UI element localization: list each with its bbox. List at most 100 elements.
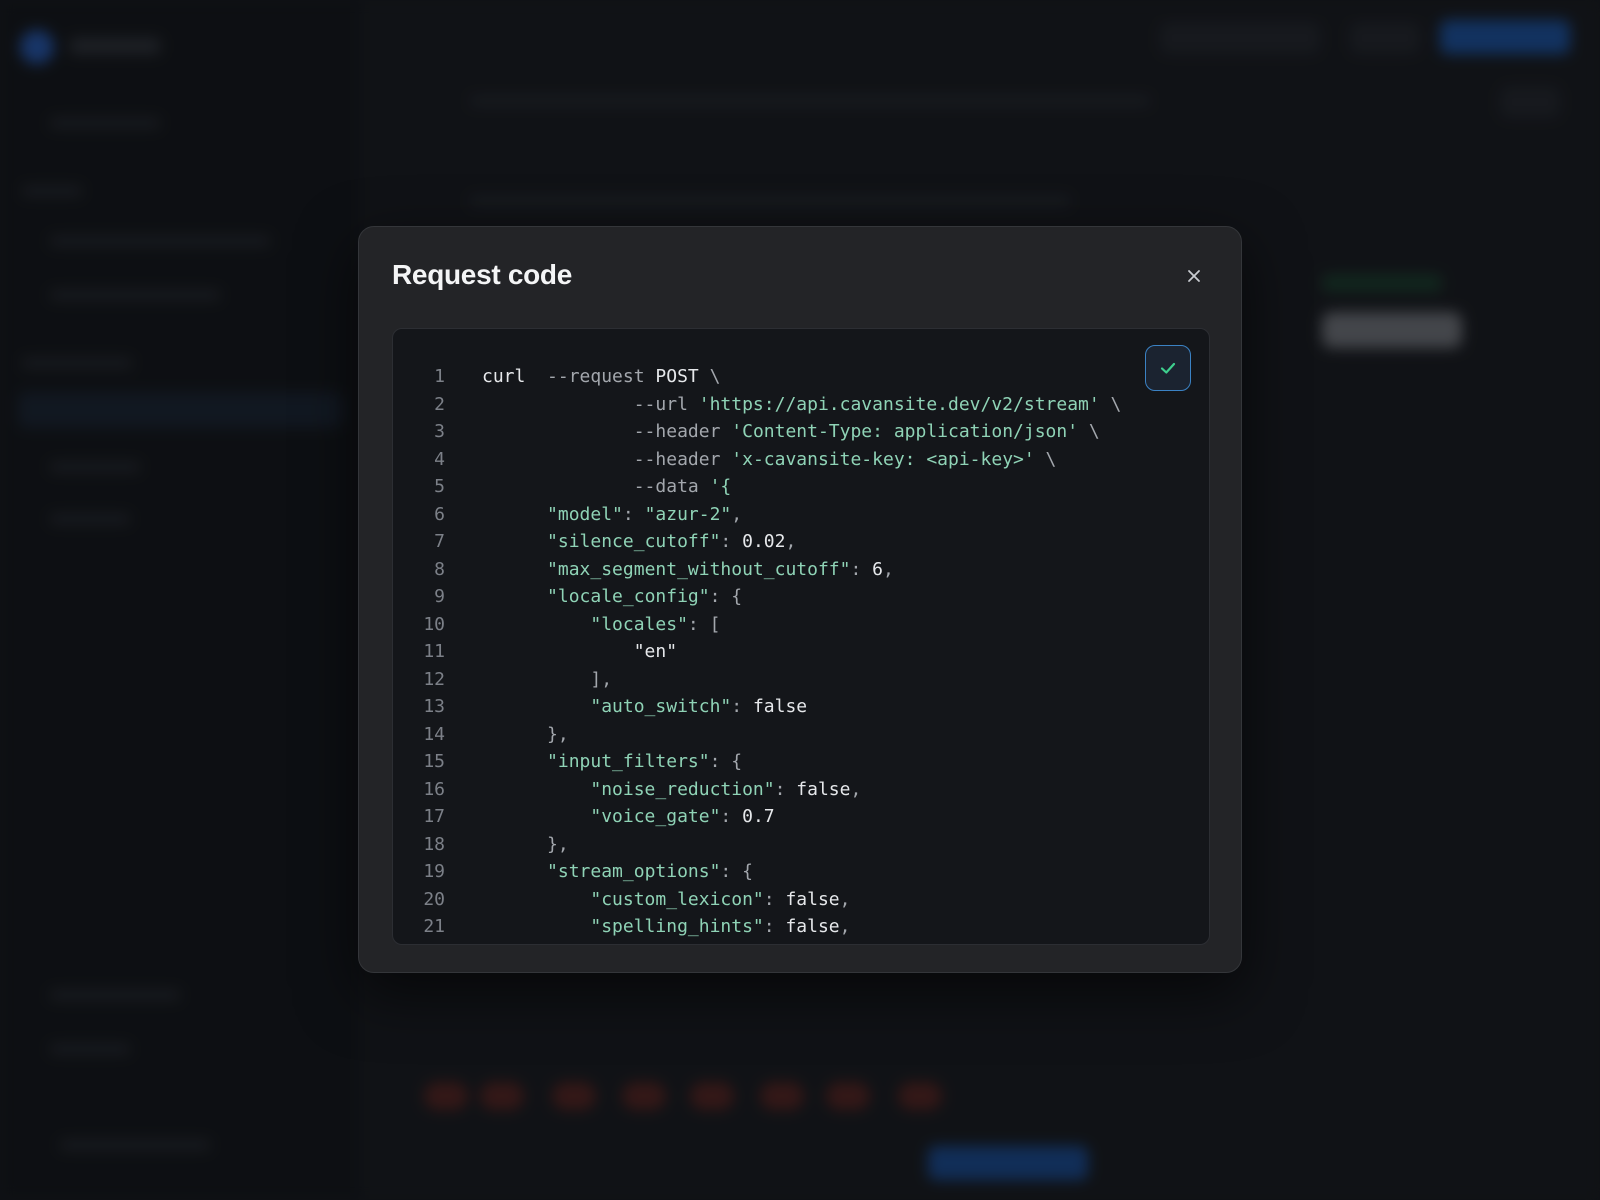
code-token: "azur-2" xyxy=(644,503,732,525)
code-token: curl xyxy=(482,366,548,387)
code-token: : { xyxy=(720,861,753,882)
line-number: 5 xyxy=(434,476,445,497)
close-button[interactable] xyxy=(1179,261,1209,291)
code-token: : xyxy=(763,888,786,910)
code-line: 11 "en" xyxy=(393,638,1209,666)
code-token: , xyxy=(850,778,862,800)
code-token: , xyxy=(839,916,851,937)
code-token: \ xyxy=(698,366,721,387)
code-line: 16 "noise_reduction": false, xyxy=(393,776,1209,804)
line-content: --url 'https://api.cavansite.dev/v2/stre… xyxy=(482,391,1122,419)
line-number: 19 xyxy=(423,861,445,882)
code-token: : xyxy=(731,696,753,717)
code-token: false xyxy=(796,778,851,800)
code-token: : xyxy=(622,503,645,525)
code-token: --header xyxy=(633,448,732,470)
code-token: "en" xyxy=(633,641,678,662)
code-line: 13 "auto_switch": false xyxy=(393,693,1209,721)
code-token: "input_filters" xyxy=(547,751,710,772)
code-line: 4 --header 'x-cavansite-key: <api-key>' … xyxy=(393,446,1209,474)
line-content: "voice_gate": 0.7 xyxy=(482,803,775,831)
code-block: 1 curl --request POST \ 2 --url 'https://a… xyxy=(392,328,1210,945)
code-token: '{ xyxy=(709,476,732,497)
line-number: 8 xyxy=(434,558,445,580)
line-number: 7 xyxy=(434,531,445,552)
code-line: 12 ], xyxy=(393,666,1209,694)
code-token: "noise_reduction" xyxy=(590,778,775,800)
code-token: }, xyxy=(482,833,569,855)
code-token: 0.02 xyxy=(742,531,786,552)
code-line: 2 --url 'https://api.cavansite.dev/v2/st… xyxy=(393,391,1209,419)
code-token: ], xyxy=(482,668,613,690)
code-token: "voice_gate" xyxy=(590,806,721,827)
line-content: --data '{ xyxy=(482,473,732,501)
line-content: --header 'Content-Type: application/json… xyxy=(482,418,1100,446)
line-number: 18 xyxy=(423,833,445,855)
line-content: "stream_options": { xyxy=(482,858,753,886)
code-token: 0.7 xyxy=(742,806,775,827)
code-lines: 1 curl --request POST \ 2 --url 'https://a… xyxy=(393,363,1209,941)
code-token: "custom_lexicon" xyxy=(590,888,764,910)
code-token: , xyxy=(839,888,851,910)
line-content: "max_segment_without_cutoff": 6, xyxy=(482,556,894,584)
code-line: 3 --header 'Content-Type: application/js… xyxy=(393,418,1209,446)
copy-button[interactable] xyxy=(1145,345,1191,391)
code-token: : xyxy=(720,806,743,827)
line-number: 20 xyxy=(423,888,445,910)
code-token: "stream_options" xyxy=(547,861,721,882)
code-line: 20 "custom_lexicon": false, xyxy=(393,886,1209,914)
line-content: "custom_lexicon": false, xyxy=(482,886,850,914)
code-token: false xyxy=(785,888,840,910)
code-token: "max_segment_without_cutoff" xyxy=(547,558,851,580)
line-content: "model": "azur-2", xyxy=(482,501,742,529)
code-token: : xyxy=(720,531,743,552)
code-line: 1 curl --request POST \ xyxy=(393,363,1209,391)
code-line: 5 --data '{ xyxy=(393,473,1209,501)
line-number: 3 xyxy=(434,421,445,442)
line-number: 17 xyxy=(423,806,445,827)
checkmark-icon xyxy=(1160,362,1176,374)
code-token: : { xyxy=(709,751,743,772)
line-number: 14 xyxy=(423,723,445,745)
code-token: "model" xyxy=(547,503,623,525)
code-token: --request xyxy=(547,366,656,387)
code-line: 14 }, xyxy=(393,721,1209,749)
code-token: , xyxy=(883,558,894,580)
line-content: ], xyxy=(482,666,612,694)
code-token: 6 xyxy=(872,558,883,580)
line-number: 12 xyxy=(423,668,445,690)
line-number: 16 xyxy=(423,778,445,800)
code-token: : [ xyxy=(687,613,721,635)
code-line: 17 "voice_gate": 0.7 xyxy=(393,803,1209,831)
line-content: "auto_switch": false xyxy=(482,693,807,721)
line-content: "silence_cutoff": 0.02, xyxy=(482,528,796,556)
code-token: \ xyxy=(1034,448,1057,470)
line-number: 15 xyxy=(423,751,445,772)
code-token: : xyxy=(774,778,797,800)
code-line: 8 "max_segment_without_cutoff": 6, xyxy=(393,556,1209,584)
line-content: }, xyxy=(482,721,569,749)
line-number: 9 xyxy=(434,586,445,607)
code-token: : { xyxy=(709,586,743,607)
line-number: 1 xyxy=(434,366,445,387)
code-token: 'Content-Type: application/json' xyxy=(731,421,1079,442)
code-token: --url xyxy=(633,393,699,415)
code-token: \ xyxy=(1099,393,1122,415)
modal-title: Request code xyxy=(392,259,572,290)
code-token: --header xyxy=(633,421,732,442)
code-token: }, xyxy=(482,723,569,745)
line-number: 11 xyxy=(423,641,445,662)
